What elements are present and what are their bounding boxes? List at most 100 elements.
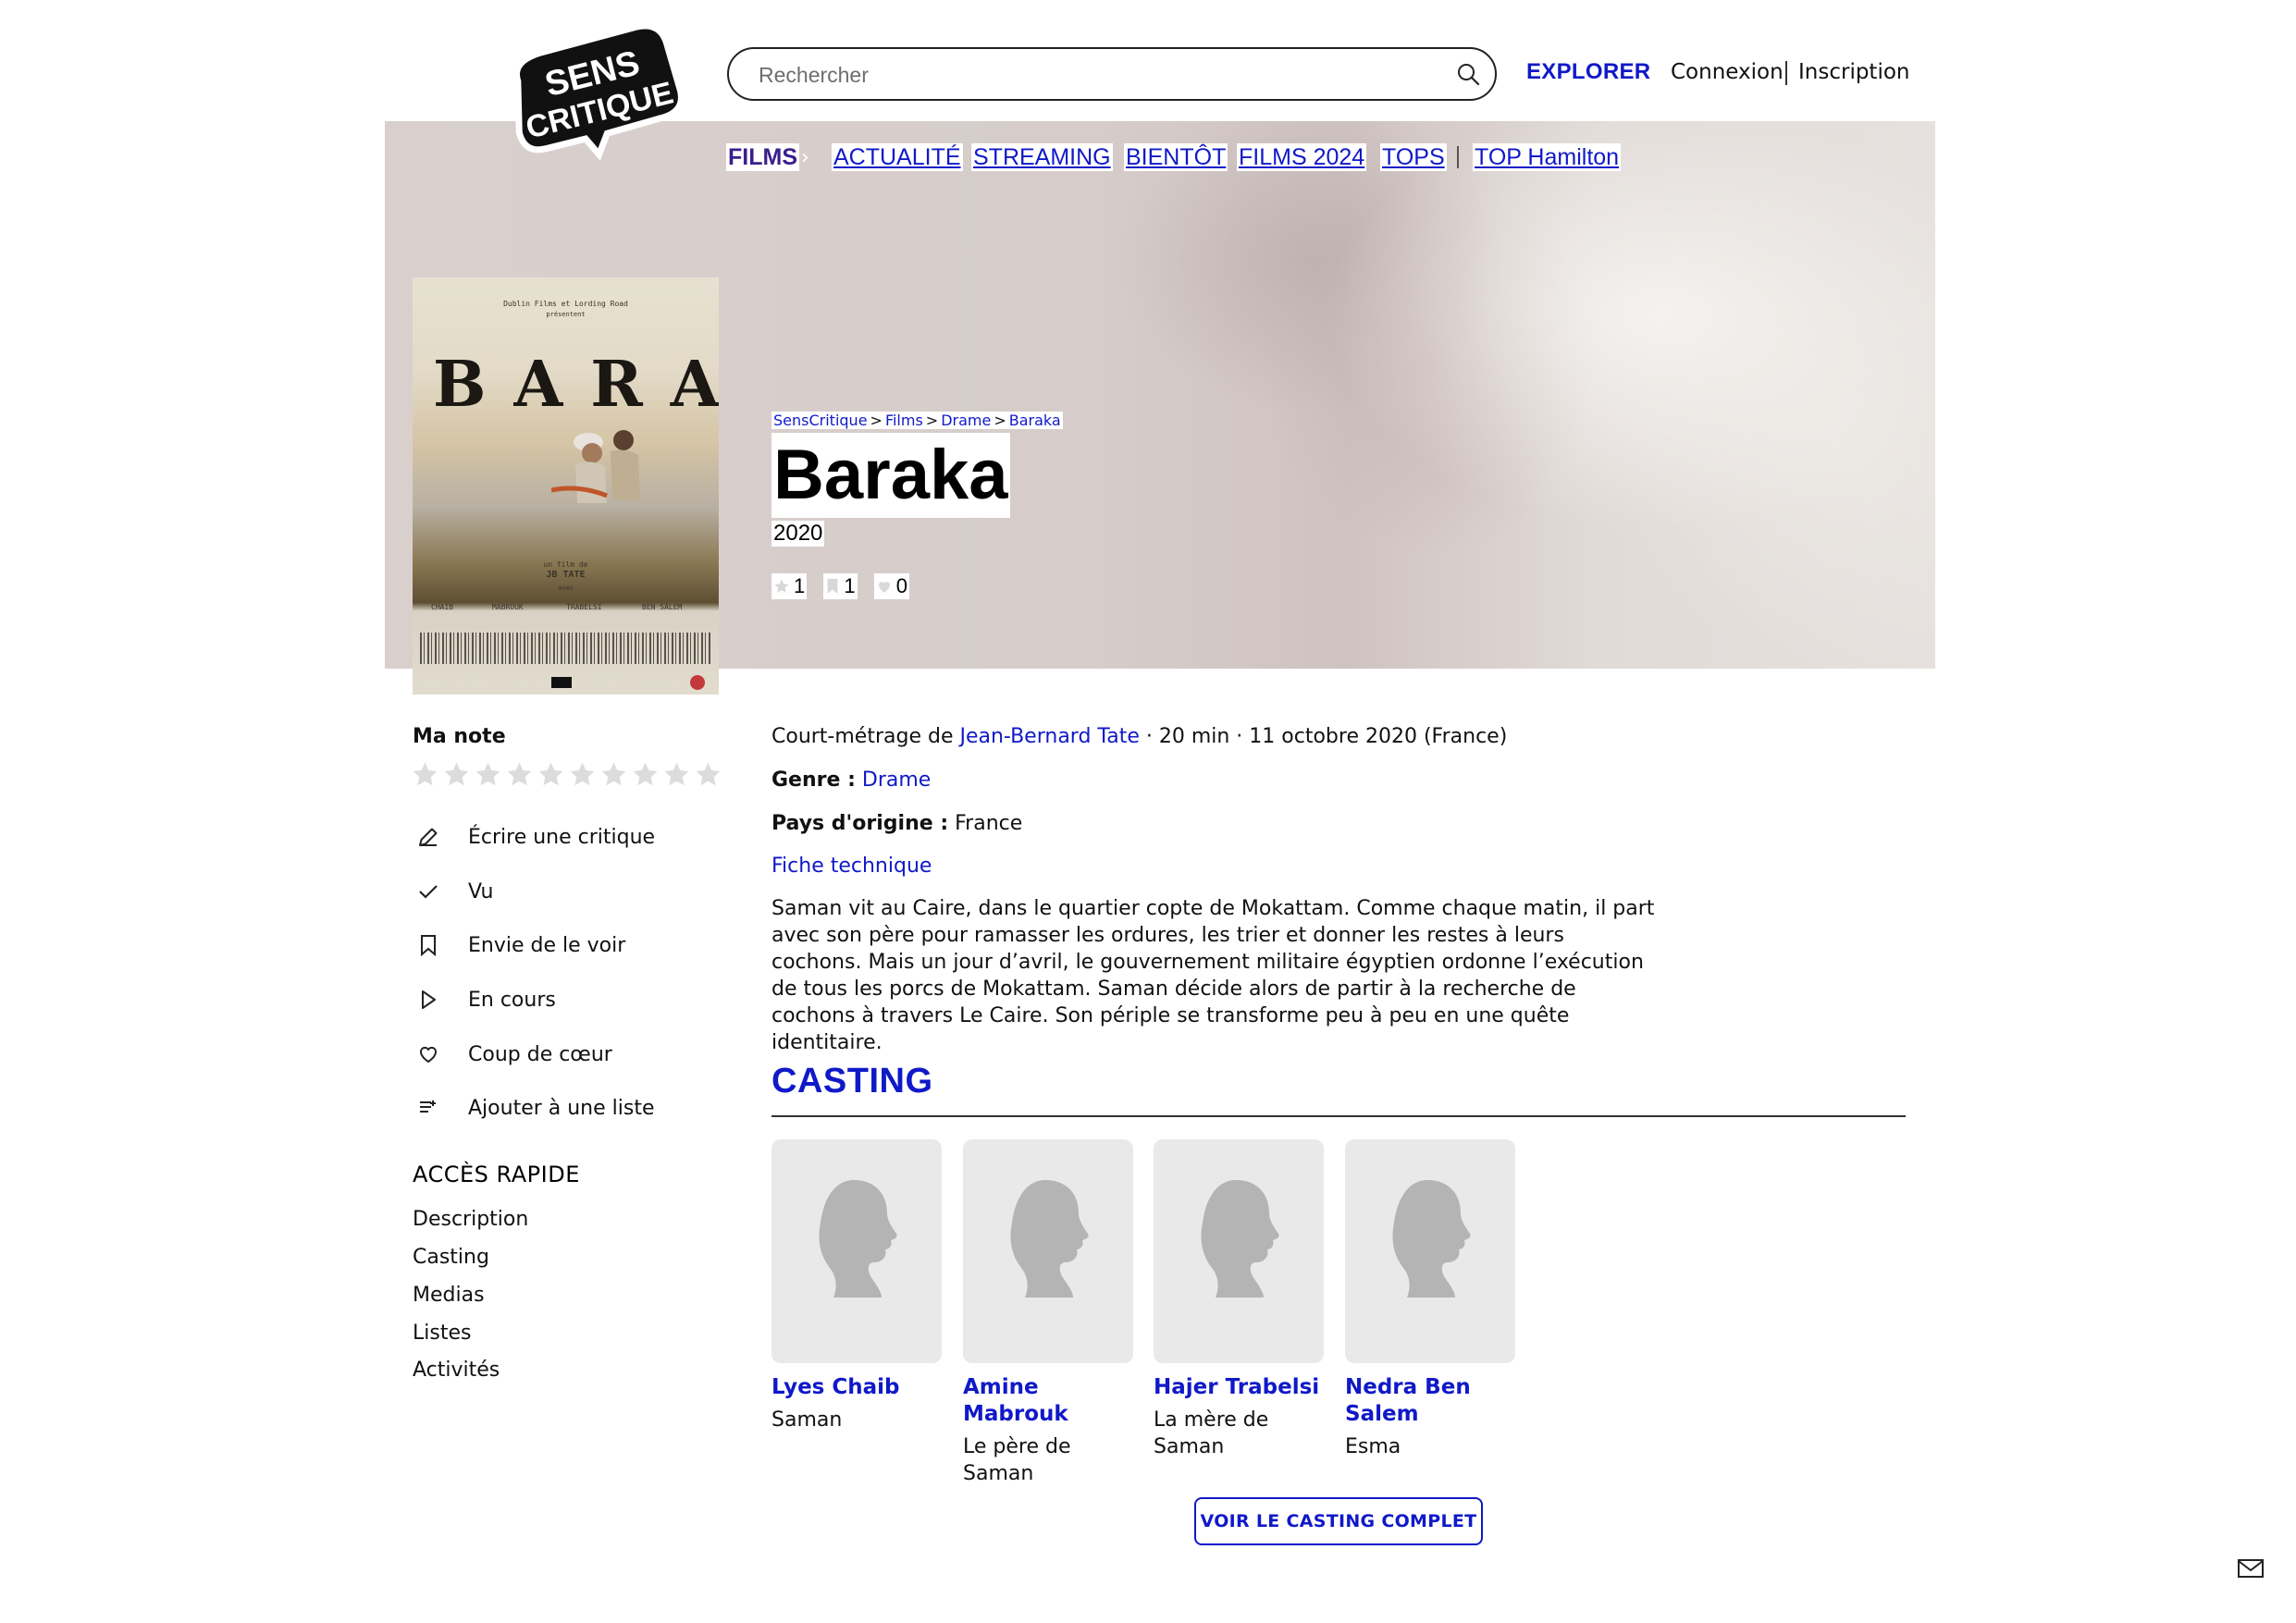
- explore-link[interactable]: EXPLORER: [1526, 59, 1650, 85]
- pencil-icon: [413, 821, 444, 853]
- signup-link[interactable]: Inscription: [1798, 60, 1910, 84]
- rating-stars[interactable]: [411, 760, 722, 789]
- poster-billing-block: [420, 633, 711, 664]
- search-bar[interactable]: [727, 47, 1497, 101]
- quick-link-casting[interactable]: Casting: [413, 1246, 489, 1269]
- rating-star-icon[interactable]: [474, 760, 502, 789]
- wishlist-button[interactable]: Envie de le voir: [413, 929, 625, 961]
- rating-star-icon[interactable]: [631, 760, 660, 789]
- wishlist-count: 1: [823, 573, 858, 599]
- breadcrumb-link[interactable]: Drame: [939, 412, 994, 429]
- poster-cast-4: BEN SALEM: [642, 603, 683, 611]
- rating-star-icon[interactable]: [411, 760, 439, 789]
- country-label: Pays d'origine :: [772, 812, 949, 835]
- nav-streaming[interactable]: STREAMING: [971, 143, 1113, 171]
- action-label: En cours: [468, 988, 556, 1012]
- poster-presents: présentent: [546, 311, 586, 318]
- add-to-list-button[interactable]: Ajouter à une liste: [413, 1092, 655, 1124]
- favorites-count-value: 0: [895, 574, 907, 597]
- cast-role: Saman: [772, 1408, 843, 1432]
- senscritique-logo[interactable]: SENS CRITIQUE: [496, 26, 696, 165]
- poster-cast-2: MABROUK: [492, 603, 524, 611]
- actor-placeholder-icon: [963, 1139, 1133, 1363]
- cast-name[interactable]: Amine Mabrouk: [963, 1374, 1133, 1428]
- check-icon: [413, 876, 444, 907]
- search-icon[interactable]: [1456, 62, 1480, 86]
- tech-sheet-link[interactable]: Fiche technique: [772, 855, 932, 878]
- country-line: Pays d'origine : France: [772, 812, 1022, 835]
- casting-title: CASTING: [772, 1062, 933, 1100]
- nav-actualite[interactable]: ACTUALITÉ: [832, 143, 963, 171]
- nav-films[interactable]: FILMS: [726, 143, 799, 171]
- rating-star-icon[interactable]: [442, 760, 471, 789]
- breadcrumb-separator: >: [924, 412, 940, 429]
- favorite-button[interactable]: Coup de cœur: [413, 1039, 612, 1070]
- login-link[interactable]: Connexion: [1671, 60, 1784, 84]
- heart-icon: [878, 582, 890, 593]
- actor-placeholder-icon: [772, 1139, 942, 1363]
- movie-meta-line: Court-métrage de Jean-Bernard Tate · 20 …: [772, 725, 1507, 748]
- synopsis: Saman vit au Caire, dans le quartier cop…: [772, 897, 1655, 1054]
- poster-partner-logo: [690, 675, 705, 690]
- cast-card[interactable]: Lyes Chaib Saman: [772, 1139, 942, 1433]
- wishlist-count-value: 1: [844, 574, 856, 597]
- cast-card[interactable]: Hajer Trabelsi La mère de Saman: [1154, 1139, 1324, 1460]
- action-label: Écrire une critique: [468, 825, 656, 849]
- rating-star-icon[interactable]: [568, 760, 597, 789]
- rating-star-icon[interactable]: [662, 760, 691, 789]
- poster-cast-3: TRABELSI: [566, 603, 602, 611]
- action-label: Vu: [468, 879, 494, 904]
- cast-card[interactable]: Nedra Ben Salem Esma: [1345, 1139, 1515, 1460]
- bookmark-icon: [413, 929, 444, 961]
- cast-name[interactable]: Hajer Trabelsi: [1154, 1374, 1324, 1401]
- country-value: France: [955, 812, 1023, 835]
- rating-star-icon[interactable]: [537, 760, 565, 789]
- quick-link-activites[interactable]: Activités: [413, 1359, 500, 1382]
- nav-bientot[interactable]: BIENTÔT: [1124, 143, 1228, 171]
- ratings-count-value: 1: [794, 574, 806, 597]
- cast-name[interactable]: Nedra Ben Salem: [1345, 1374, 1515, 1428]
- genre-line: Genre : Drame: [772, 768, 931, 792]
- cast-card[interactable]: Amine Mabrouk Le père de Saman: [963, 1139, 1133, 1487]
- rating-star-icon[interactable]: [599, 760, 628, 789]
- nav-divider: [1457, 146, 1459, 168]
- genre-link[interactable]: Drame: [862, 768, 931, 792]
- quick-link-description[interactable]: Description: [413, 1208, 528, 1231]
- director-link[interactable]: Jean-Bernard Tate: [959, 725, 1139, 748]
- actor-placeholder-icon: [1154, 1139, 1324, 1363]
- ratings-count: 1: [772, 573, 808, 599]
- auth-divider: [1785, 61, 1787, 85]
- nav-films-2024[interactable]: FILMS 2024: [1237, 143, 1367, 171]
- breadcrumb: SensCritique > Films > Drame > Baraka: [772, 412, 1063, 429]
- cast-name[interactable]: Lyes Chaib: [772, 1374, 942, 1401]
- rating-star-icon[interactable]: [505, 760, 534, 789]
- quick-link-medias[interactable]: Medias: [413, 1284, 485, 1307]
- actor-placeholder-icon: [1345, 1139, 1515, 1363]
- poster-presenters: Dublin Films et Lording Road: [503, 300, 628, 308]
- breadcrumb-link[interactable]: Baraka: [1006, 412, 1063, 429]
- mail-icon[interactable]: [2237, 1557, 2265, 1580]
- in-progress-button[interactable]: En cours: [413, 984, 556, 1015]
- nav-top-hamilton[interactable]: TOP Hamilton: [1473, 143, 1622, 171]
- movie-details: · 20 min · 11 octobre 2020 (France): [1139, 725, 1508, 748]
- heart-icon: [413, 1039, 444, 1070]
- breadcrumb-link[interactable]: Films: [883, 412, 925, 429]
- search-input[interactable]: [757, 49, 1445, 101]
- write-review-button[interactable]: Écrire une critique: [413, 821, 655, 853]
- full-cast-button[interactable]: VOIR LE CASTING COMPLET: [1194, 1497, 1483, 1545]
- poster-partner-logo: [551, 677, 572, 688]
- bookmark-icon: [827, 578, 838, 595]
- add-list-icon: [413, 1092, 444, 1124]
- seen-button[interactable]: Vu: [413, 876, 494, 907]
- breadcrumb-link[interactable]: SensCritique: [772, 412, 870, 429]
- movie-poster[interactable]: Dublin Films et Lording Road présentent …: [413, 277, 719, 695]
- quick-link-listes[interactable]: Listes: [413, 1322, 471, 1345]
- poster-director-line: un film de: [543, 560, 588, 569]
- movie-stats: 1 1 0: [772, 573, 920, 600]
- nav-tops[interactable]: TOPS: [1380, 143, 1447, 171]
- rating-star-icon[interactable]: [694, 760, 722, 789]
- poster-director: JB TATE: [546, 570, 586, 580]
- genre-label: Genre :: [772, 768, 856, 792]
- cast-role: Esma: [1345, 1435, 1401, 1458]
- poster-cast-1: CHAIB: [431, 603, 454, 611]
